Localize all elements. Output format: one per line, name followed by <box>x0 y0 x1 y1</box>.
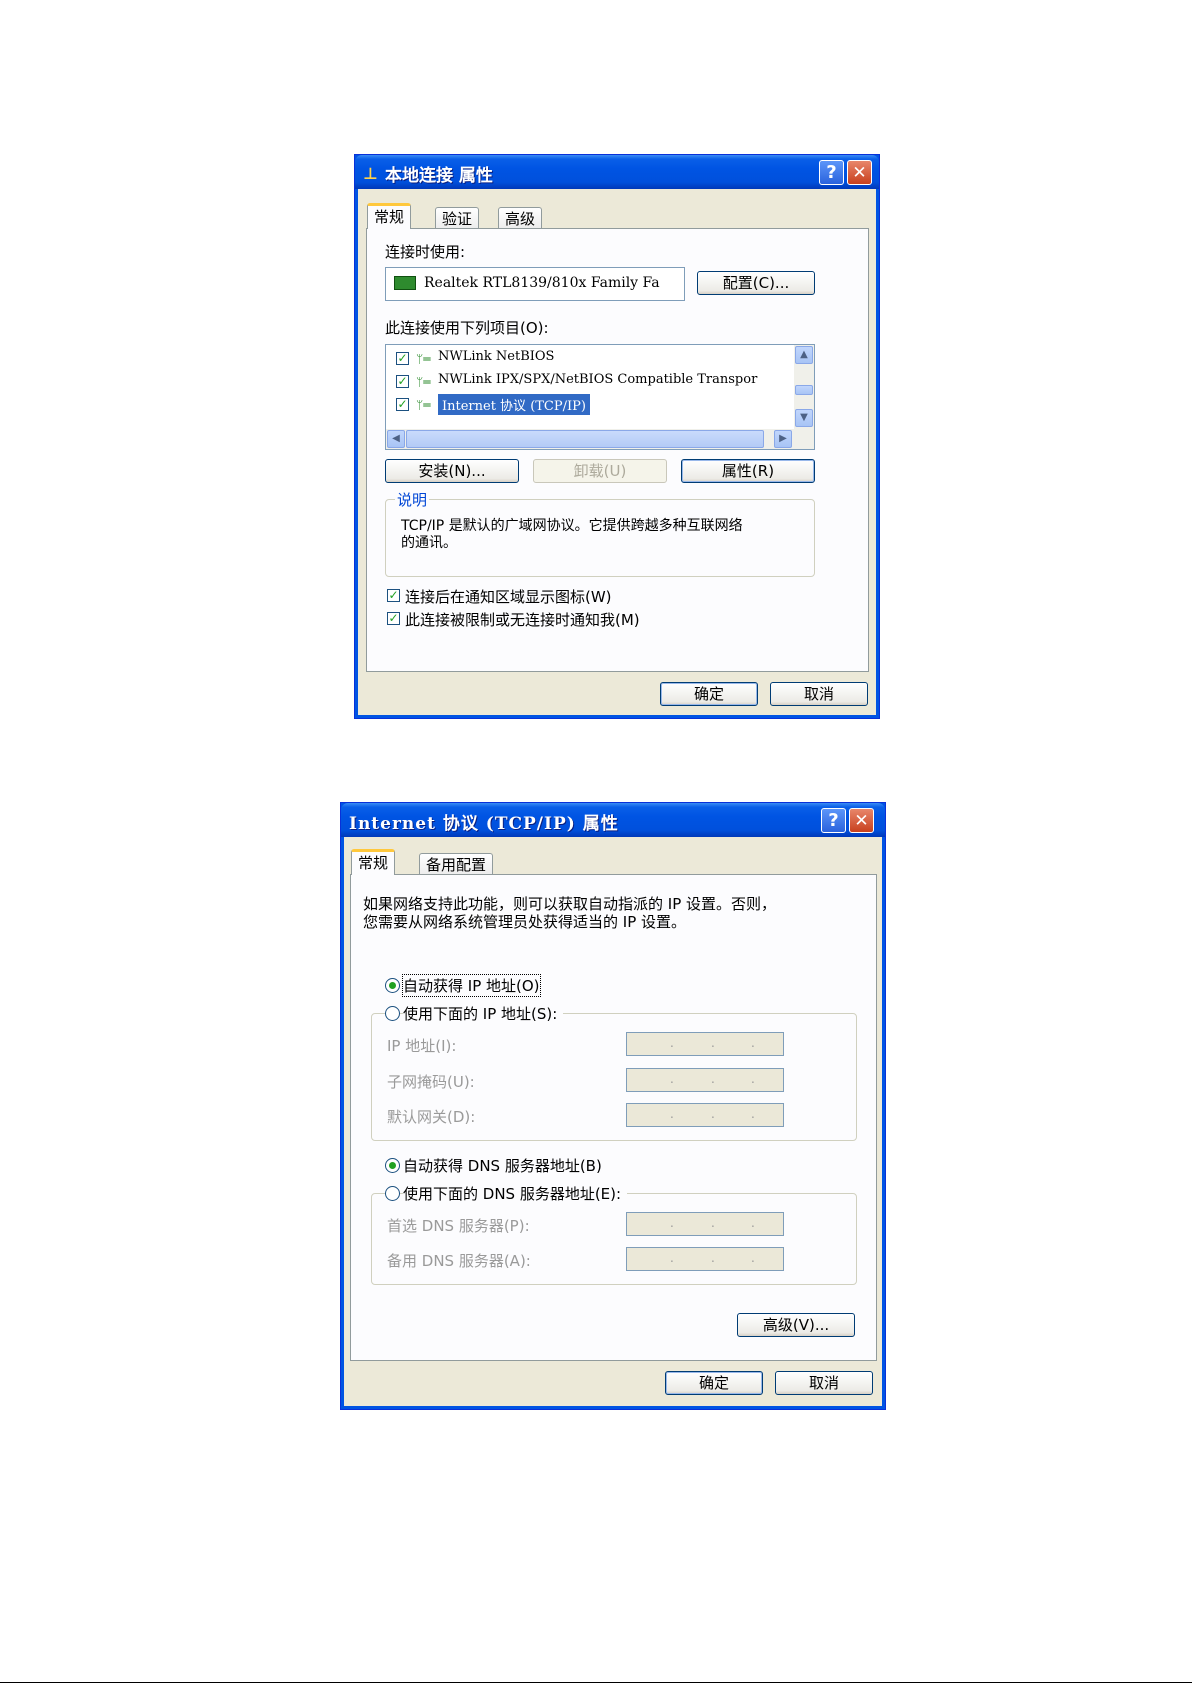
show-icon-label: 连接后在通知区域显示图标(W) <box>405 588 612 606</box>
ip-address-field[interactable]: ... <box>626 1032 784 1056</box>
general-tab-panel: 连接时使用: Realtek RTL8139/810x Family Fa 配置… <box>366 228 869 672</box>
manual-dns-radio[interactable] <box>385 1186 400 1201</box>
ok-button[interactable]: 确定 <box>665 1371 763 1395</box>
scroll-thumb[interactable] <box>795 385 813 395</box>
dialog-title: 本地连接 属性 <box>385 166 493 186</box>
vertical-scrollbar[interactable]: ▲ ▼ <box>794 345 814 429</box>
item-checkbox[interactable]: ✓ <box>396 398 409 411</box>
subnet-mask-field[interactable]: ... <box>626 1068 784 1092</box>
intro-text-line2: 您需要从网络系统管理员处获得适当的 IP 设置。 <box>363 913 687 931</box>
alternate-dns-label: 备用 DNS 服务器(A): <box>387 1252 531 1270</box>
description-text-line2: 的通讯。 <box>401 535 457 551</box>
auto-ip-label: 自动获得 IP 地址(O) <box>402 974 541 997</box>
scroll-thumb-horizontal[interactable] <box>406 430 764 448</box>
cancel-button[interactable]: 取消 <box>770 682 868 706</box>
tab-advanced[interactable]: 高级 <box>498 207 543 229</box>
help-button[interactable]: ? <box>821 808 846 833</box>
tab-general[interactable]: 常规 <box>367 203 412 229</box>
tab-general[interactable]: 常规 <box>351 849 396 875</box>
list-item[interactable]: ✓ ᛘ═ NWLink IPX/SPX/NetBIOS Compatible T… <box>396 372 786 392</box>
properties-button[interactable]: 属性(R) <box>681 459 815 483</box>
local-connection-properties-dialog: ⊥ 本地连接 属性 ? ✕ 常规 验证 高级 连接时使用: Realtek RT… <box>354 154 880 719</box>
adapter-name-field: Realtek RTL8139/810x Family Fa <box>385 267 685 301</box>
horizontal-scrollbar[interactable]: ◀ ▶ <box>386 429 814 449</box>
list-item[interactable]: ✓ ᛘ═ Internet 协议 (TCP/IP) <box>396 394 786 415</box>
install-button[interactable]: 安装(N)... <box>385 459 519 483</box>
protocol-icon: ᛘ═ <box>416 398 431 412</box>
description-group-label: 说明 <box>395 489 430 510</box>
item-checkbox[interactable]: ✓ <box>396 352 409 365</box>
connect-using-label: 连接时使用: <box>385 243 466 261</box>
configure-button[interactable]: 配置(C)... <box>697 271 815 295</box>
item-label-selected: Internet 协议 (TCP/IP) <box>438 394 590 415</box>
ok-button[interactable]: 确定 <box>660 682 758 706</box>
ip-address-label: IP 地址(I): <box>387 1037 457 1055</box>
protocol-icon: ᛘ═ <box>416 375 431 389</box>
list-item[interactable]: ✓ ᛘ═ NWLink NetBIOS <box>396 349 786 369</box>
notify-label: 此连接被限制或无连接时通知我(M) <box>405 611 640 629</box>
auto-dns-radio[interactable] <box>385 1158 400 1173</box>
alternate-dns-field[interactable]: ... <box>626 1247 784 1271</box>
title-bar[interactable]: Internet 协议 (TCP/IP) 属性 ? ✕ <box>341 803 885 837</box>
dialog-title: Internet 协议 (TCP/IP) 属性 <box>349 814 619 834</box>
network-adapter-icon <box>394 276 416 290</box>
close-button[interactable]: ✕ <box>849 808 874 833</box>
adapter-name: Realtek RTL8139/810x Family Fa <box>424 275 660 291</box>
network-connection-icon: ⊥ <box>363 164 378 183</box>
items-label: 此连接使用下列项目(O): <box>385 319 549 337</box>
title-bar[interactable]: ⊥ 本地连接 属性 ? ✕ <box>355 155 879 189</box>
preferred-dns-field[interactable]: ... <box>626 1212 784 1236</box>
advanced-button[interactable]: 高级(V)... <box>737 1313 855 1337</box>
cancel-button[interactable]: 取消 <box>775 1371 873 1395</box>
help-button[interactable]: ? <box>819 160 844 185</box>
uninstall-button[interactable]: 卸载(U) <box>533 459 667 483</box>
manual-ip-label: 使用下面的 IP 地址(S): <box>403 1003 564 1024</box>
item-checkbox[interactable]: ✓ <box>396 375 409 388</box>
components-list: ✓ ᛘ═ NWLink NetBIOS ✓ ᛘ═ NWLink IPX/SPX/… <box>385 344 815 450</box>
general-tab-panel: 如果网络支持此功能，则可以获取自动指派的 IP 设置。否则， 您需要从网络系统管… <box>350 874 877 1361</box>
manual-ip-radio[interactable] <box>385 1006 400 1021</box>
default-gateway-label: 默认网关(D): <box>387 1108 476 1126</box>
show-icon-checkbox[interactable]: ✓ <box>387 589 400 602</box>
page-footer-rule <box>0 1682 1192 1683</box>
scroll-right-icon[interactable]: ▶ <box>774 430 792 448</box>
default-gateway-field[interactable]: ... <box>626 1103 784 1127</box>
tab-alternate-configuration[interactable]: 备用配置 <box>419 853 494 875</box>
notify-checkbox[interactable]: ✓ <box>387 612 400 625</box>
auto-dns-label: 自动获得 DNS 服务器地址(B) <box>403 1157 602 1175</box>
tcpip-properties-dialog: Internet 协议 (TCP/IP) 属性 ? ✕ 常规 备用配置 如果网络… <box>340 802 886 1410</box>
manual-dns-label: 使用下面的 DNS 服务器地址(E): <box>403 1183 628 1204</box>
scroll-left-icon[interactable]: ◀ <box>387 430 405 448</box>
scroll-up-icon[interactable]: ▲ <box>795 346 813 364</box>
item-label: NWLink NetBIOS <box>438 349 555 364</box>
scroll-down-icon[interactable]: ▼ <box>795 409 813 427</box>
preferred-dns-label: 首选 DNS 服务器(P): <box>387 1217 530 1235</box>
tab-authentication[interactable]: 验证 <box>435 207 480 229</box>
protocol-icon: ᛘ═ <box>416 352 431 366</box>
manual-dns-group <box>371 1193 857 1285</box>
item-label: NWLink IPX/SPX/NetBIOS Compatible Transp… <box>438 372 758 387</box>
subnet-mask-label: 子网掩码(U): <box>387 1073 475 1091</box>
close-button[interactable]: ✕ <box>847 160 872 185</box>
auto-ip-radio[interactable] <box>385 978 400 993</box>
